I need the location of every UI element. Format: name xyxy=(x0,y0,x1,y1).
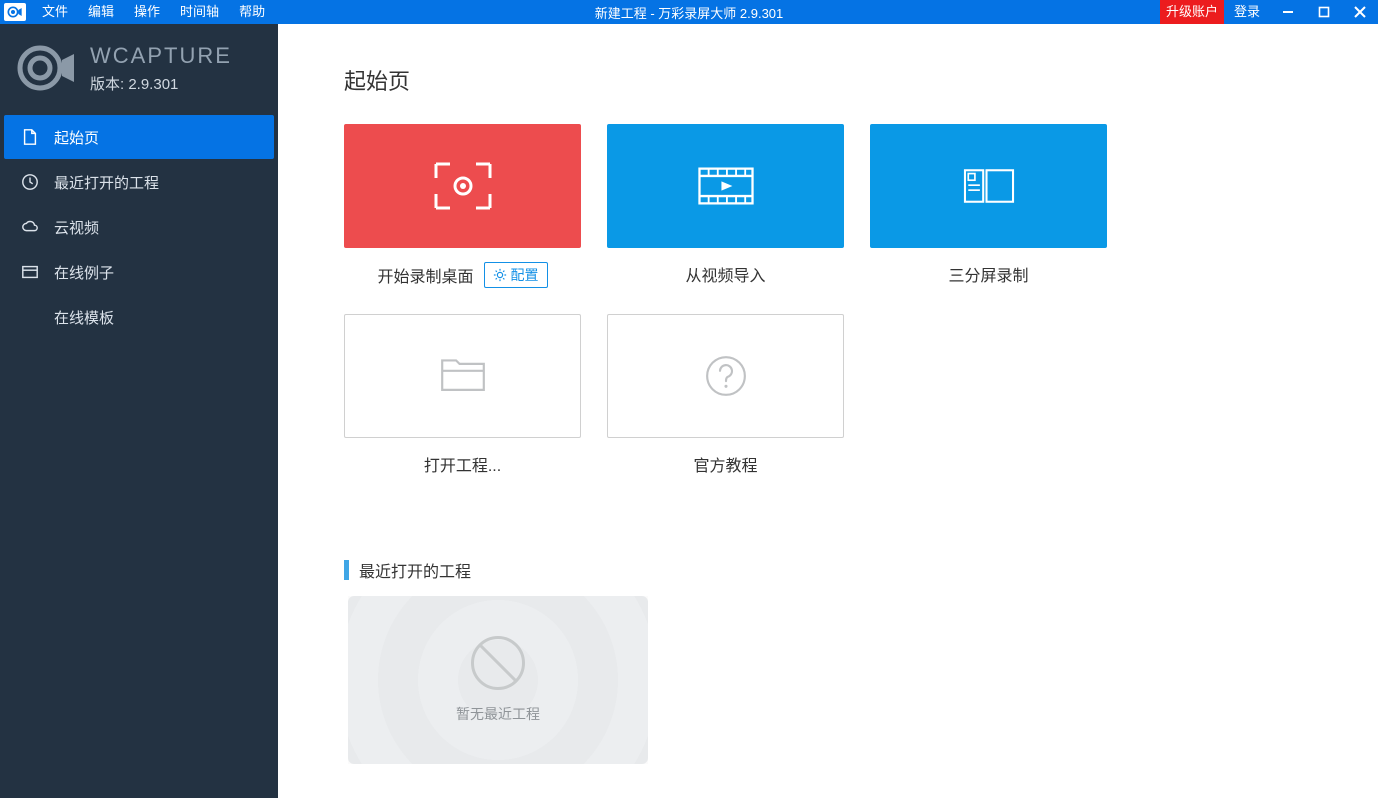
sidebar-item-label: 起始页 xyxy=(54,127,99,148)
brand-title: WCAPTURE xyxy=(90,43,232,69)
menu-operate[interactable]: 操作 xyxy=(124,0,170,24)
sidebar-item-label: 在线例子 xyxy=(54,262,114,283)
card-record-desktop[interactable] xyxy=(344,124,581,248)
film-icon xyxy=(694,163,758,209)
menu-timeline[interactable]: 时间轴 xyxy=(170,0,229,24)
page-title: 起始页 xyxy=(344,64,1338,96)
card-label: 官方教程 xyxy=(693,452,757,476)
recent-empty-state: 暂无最近工程 xyxy=(348,596,648,764)
card-triscreen-record[interactable] xyxy=(870,124,1107,248)
section-accent-bar xyxy=(344,560,349,580)
sidebar-item-label: 云视频 xyxy=(54,217,99,238)
clock-icon xyxy=(20,172,40,192)
card-label: 打开工程... xyxy=(424,452,501,476)
card-label: 开始录制桌面 xyxy=(377,263,473,287)
upgrade-button[interactable]: 升级账户 xyxy=(1160,0,1224,24)
gear-icon xyxy=(493,268,507,282)
menu-edit[interactable]: 编辑 xyxy=(78,0,124,24)
menu-help[interactable]: 帮助 xyxy=(229,0,275,24)
card-label: 三分屏录制 xyxy=(948,262,1028,286)
page-icon xyxy=(20,127,40,147)
close-button[interactable] xyxy=(1342,0,1378,24)
card-label: 从视频导入 xyxy=(685,262,765,286)
folder-icon xyxy=(437,354,489,398)
sidebar-item-recent[interactable]: 最近打开的工程 xyxy=(4,160,274,204)
menu-file[interactable]: 文件 xyxy=(32,0,78,24)
window-icon xyxy=(20,262,40,282)
card-import-video[interactable] xyxy=(607,124,844,248)
sidebar-item-examples[interactable]: 在线例子 xyxy=(4,250,274,294)
titlebar: 文件 编辑 操作 时间轴 帮助 新建工程 - 万彩录屏大师 2.9.301 升级… xyxy=(0,0,1378,24)
maximize-button[interactable] xyxy=(1306,0,1342,24)
help-icon xyxy=(702,352,750,400)
brand: WCAPTURE 版本: 2.9.301 xyxy=(0,24,278,104)
cloud-icon xyxy=(20,217,40,237)
content-area: 起始页 开始录制桌面 配置 xyxy=(278,24,1378,798)
sidebar-item-label: 在线模板 xyxy=(54,307,114,328)
login-button[interactable]: 登录 xyxy=(1224,0,1270,24)
sidebar-item-cloud[interactable]: 云视频 xyxy=(4,205,274,249)
brand-logo-icon xyxy=(16,42,76,94)
minimize-button[interactable] xyxy=(1270,0,1306,24)
card-open-project[interactable] xyxy=(344,314,581,438)
record-icon xyxy=(428,156,498,216)
layout-icon xyxy=(960,163,1018,209)
sidebar: WCAPTURE 版本: 2.9.301 起始页 最近打开的工程 xyxy=(0,24,278,798)
config-button[interactable]: 配置 xyxy=(484,262,548,288)
window-title: 新建工程 - 万彩录屏大师 2.9.301 xyxy=(595,3,784,22)
brand-version: 版本: 2.9.301 xyxy=(90,73,232,94)
no-entry-icon xyxy=(471,636,525,690)
empty-text: 暂无最近工程 xyxy=(456,704,540,724)
sidebar-item-templates[interactable]: 在线模板 xyxy=(4,295,274,339)
sidebar-item-label: 最近打开的工程 xyxy=(54,172,159,193)
sidebar-item-start[interactable]: 起始页 xyxy=(4,115,274,159)
app-logo-icon xyxy=(4,3,26,21)
recent-section: 最近打开的工程 暂无最近工程 xyxy=(344,558,1338,764)
recent-title: 最近打开的工程 xyxy=(359,558,471,582)
card-tutorial[interactable] xyxy=(607,314,844,438)
